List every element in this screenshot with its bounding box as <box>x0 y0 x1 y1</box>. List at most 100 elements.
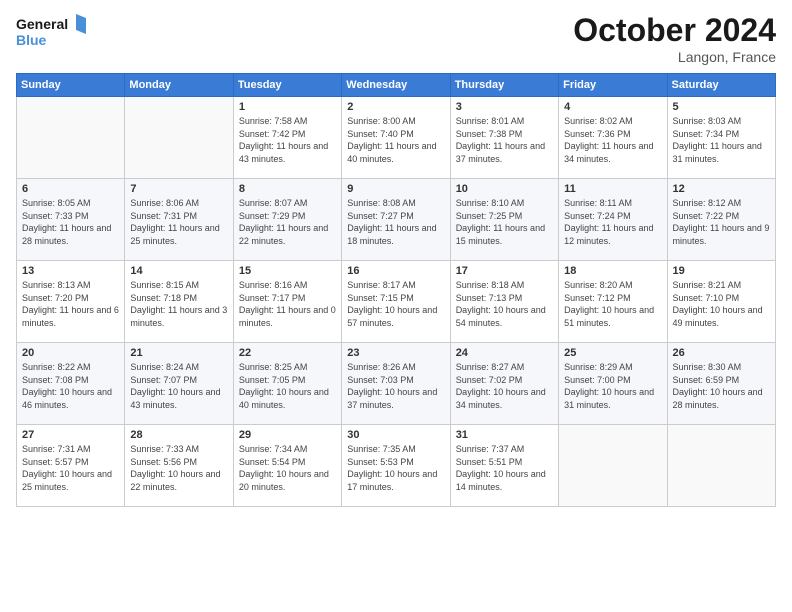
cell-info: Sunrise: 8:06 AM Sunset: 7:31 PM Dayligh… <box>130 197 227 247</box>
cell-3-3: 23 Sunrise: 8:26 AM Sunset: 7:03 PM Dayl… <box>342 343 450 425</box>
cell-4-5 <box>559 425 667 507</box>
day-number: 18 <box>564 265 661 277</box>
cell-0-6: 5 Sunrise: 8:03 AM Sunset: 7:34 PM Dayli… <box>667 97 775 179</box>
cell-1-5: 11 Sunrise: 8:11 AM Sunset: 7:24 PM Dayl… <box>559 179 667 261</box>
page: General Blue October 2024 Langon, France… <box>0 0 792 612</box>
cell-1-6: 12 Sunrise: 8:12 AM Sunset: 7:22 PM Dayl… <box>667 179 775 261</box>
cell-info: Sunrise: 8:25 AM Sunset: 7:05 PM Dayligh… <box>239 361 336 411</box>
cell-3-4: 24 Sunrise: 8:27 AM Sunset: 7:02 PM Dayl… <box>450 343 558 425</box>
cell-info: Sunrise: 8:26 AM Sunset: 7:03 PM Dayligh… <box>347 361 444 411</box>
cell-info: Sunrise: 8:30 AM Sunset: 6:59 PM Dayligh… <box>673 361 770 411</box>
day-number: 19 <box>673 265 770 277</box>
day-number: 12 <box>673 183 770 195</box>
cell-info: Sunrise: 8:17 AM Sunset: 7:15 PM Dayligh… <box>347 279 444 329</box>
header-row: Sunday Monday Tuesday Wednesday Thursday… <box>17 74 776 97</box>
day-number: 14 <box>130 265 227 277</box>
cell-1-1: 7 Sunrise: 8:06 AM Sunset: 7:31 PM Dayli… <box>125 179 233 261</box>
cell-4-4: 31 Sunrise: 7:37 AM Sunset: 5:51 PM Dayl… <box>450 425 558 507</box>
cell-info: Sunrise: 8:11 AM Sunset: 7:24 PM Dayligh… <box>564 197 661 247</box>
day-number: 4 <box>564 101 661 113</box>
cell-info: Sunrise: 8:00 AM Sunset: 7:40 PM Dayligh… <box>347 115 444 165</box>
cell-2-4: 17 Sunrise: 8:18 AM Sunset: 7:13 PM Dayl… <box>450 261 558 343</box>
cell-1-4: 10 Sunrise: 8:10 AM Sunset: 7:25 PM Dayl… <box>450 179 558 261</box>
day-number: 2 <box>347 101 444 113</box>
day-number: 8 <box>239 183 336 195</box>
cell-info: Sunrise: 8:02 AM Sunset: 7:36 PM Dayligh… <box>564 115 661 165</box>
cell-info: Sunrise: 7:34 AM Sunset: 5:54 PM Dayligh… <box>239 443 336 493</box>
cell-2-5: 18 Sunrise: 8:20 AM Sunset: 7:12 PM Dayl… <box>559 261 667 343</box>
day-number: 30 <box>347 429 444 441</box>
calendar-table: Sunday Monday Tuesday Wednesday Thursday… <box>16 73 776 507</box>
day-number: 25 <box>564 347 661 359</box>
logo-svg: General Blue <box>16 12 86 50</box>
cell-info: Sunrise: 8:13 AM Sunset: 7:20 PM Dayligh… <box>22 279 119 329</box>
day-number: 23 <box>347 347 444 359</box>
cell-info: Sunrise: 8:08 AM Sunset: 7:27 PM Dayligh… <box>347 197 444 247</box>
day-number: 5 <box>673 101 770 113</box>
cell-info: Sunrise: 7:37 AM Sunset: 5:51 PM Dayligh… <box>456 443 553 493</box>
day-number: 15 <box>239 265 336 277</box>
cell-2-0: 13 Sunrise: 8:13 AM Sunset: 7:20 PM Dayl… <box>17 261 125 343</box>
day-number: 7 <box>130 183 227 195</box>
cell-info: Sunrise: 8:18 AM Sunset: 7:13 PM Dayligh… <box>456 279 553 329</box>
col-monday: Monday <box>125 74 233 97</box>
day-number: 6 <box>22 183 119 195</box>
day-number: 1 <box>239 101 336 113</box>
cell-4-3: 30 Sunrise: 7:35 AM Sunset: 5:53 PM Dayl… <box>342 425 450 507</box>
cell-info: Sunrise: 8:03 AM Sunset: 7:34 PM Dayligh… <box>673 115 770 165</box>
week-row-4: 27 Sunrise: 7:31 AM Sunset: 5:57 PM Dayl… <box>17 425 776 507</box>
svg-text:General: General <box>16 16 68 32</box>
cell-info: Sunrise: 8:12 AM Sunset: 7:22 PM Dayligh… <box>673 197 770 247</box>
day-number: 29 <box>239 429 336 441</box>
title-block: October 2024 Langon, France <box>573 12 776 65</box>
cell-1-2: 8 Sunrise: 8:07 AM Sunset: 7:29 PM Dayli… <box>233 179 341 261</box>
day-number: 16 <box>347 265 444 277</box>
day-number: 22 <box>239 347 336 359</box>
day-number: 3 <box>456 101 553 113</box>
cell-info: Sunrise: 8:05 AM Sunset: 7:33 PM Dayligh… <box>22 197 119 247</box>
cell-info: Sunrise: 7:58 AM Sunset: 7:42 PM Dayligh… <box>239 115 336 165</box>
cell-3-6: 26 Sunrise: 8:30 AM Sunset: 6:59 PM Dayl… <box>667 343 775 425</box>
cell-info: Sunrise: 8:24 AM Sunset: 7:07 PM Dayligh… <box>130 361 227 411</box>
cell-0-1 <box>125 97 233 179</box>
day-number: 9 <box>347 183 444 195</box>
cell-1-0: 6 Sunrise: 8:05 AM Sunset: 7:33 PM Dayli… <box>17 179 125 261</box>
cell-3-0: 20 Sunrise: 8:22 AM Sunset: 7:08 PM Dayl… <box>17 343 125 425</box>
cell-info: Sunrise: 8:01 AM Sunset: 7:38 PM Dayligh… <box>456 115 553 165</box>
week-row-0: 1 Sunrise: 7:58 AM Sunset: 7:42 PM Dayli… <box>17 97 776 179</box>
cell-1-3: 9 Sunrise: 8:08 AM Sunset: 7:27 PM Dayli… <box>342 179 450 261</box>
cell-info: Sunrise: 8:27 AM Sunset: 7:02 PM Dayligh… <box>456 361 553 411</box>
header: General Blue October 2024 Langon, France <box>16 12 776 65</box>
day-number: 20 <box>22 347 119 359</box>
cell-2-3: 16 Sunrise: 8:17 AM Sunset: 7:15 PM Dayl… <box>342 261 450 343</box>
col-friday: Friday <box>559 74 667 97</box>
cell-info: Sunrise: 8:15 AM Sunset: 7:18 PM Dayligh… <box>130 279 227 329</box>
cell-0-2: 1 Sunrise: 7:58 AM Sunset: 7:42 PM Dayli… <box>233 97 341 179</box>
col-saturday: Saturday <box>667 74 775 97</box>
week-row-3: 20 Sunrise: 8:22 AM Sunset: 7:08 PM Dayl… <box>17 343 776 425</box>
location-title: Langon, France <box>573 49 776 65</box>
cell-4-2: 29 Sunrise: 7:34 AM Sunset: 5:54 PM Dayl… <box>233 425 341 507</box>
cell-info: Sunrise: 7:31 AM Sunset: 5:57 PM Dayligh… <box>22 443 119 493</box>
cell-info: Sunrise: 8:22 AM Sunset: 7:08 PM Dayligh… <box>22 361 119 411</box>
week-row-1: 6 Sunrise: 8:05 AM Sunset: 7:33 PM Dayli… <box>17 179 776 261</box>
logo: General Blue <box>16 12 86 50</box>
day-number: 27 <box>22 429 119 441</box>
cell-2-6: 19 Sunrise: 8:21 AM Sunset: 7:10 PM Dayl… <box>667 261 775 343</box>
col-thursday: Thursday <box>450 74 558 97</box>
day-number: 26 <box>673 347 770 359</box>
day-number: 21 <box>130 347 227 359</box>
day-number: 10 <box>456 183 553 195</box>
cell-2-2: 15 Sunrise: 8:16 AM Sunset: 7:17 PM Dayl… <box>233 261 341 343</box>
cell-3-5: 25 Sunrise: 8:29 AM Sunset: 7:00 PM Dayl… <box>559 343 667 425</box>
day-number: 28 <box>130 429 227 441</box>
cell-3-1: 21 Sunrise: 8:24 AM Sunset: 7:07 PM Dayl… <box>125 343 233 425</box>
cell-0-0 <box>17 97 125 179</box>
cell-info: Sunrise: 8:10 AM Sunset: 7:25 PM Dayligh… <box>456 197 553 247</box>
col-tuesday: Tuesday <box>233 74 341 97</box>
cell-info: Sunrise: 8:16 AM Sunset: 7:17 PM Dayligh… <box>239 279 336 329</box>
week-row-2: 13 Sunrise: 8:13 AM Sunset: 7:20 PM Dayl… <box>17 261 776 343</box>
cell-3-2: 22 Sunrise: 8:25 AM Sunset: 7:05 PM Dayl… <box>233 343 341 425</box>
cell-info: Sunrise: 8:29 AM Sunset: 7:00 PM Dayligh… <box>564 361 661 411</box>
month-title: October 2024 <box>573 12 776 49</box>
